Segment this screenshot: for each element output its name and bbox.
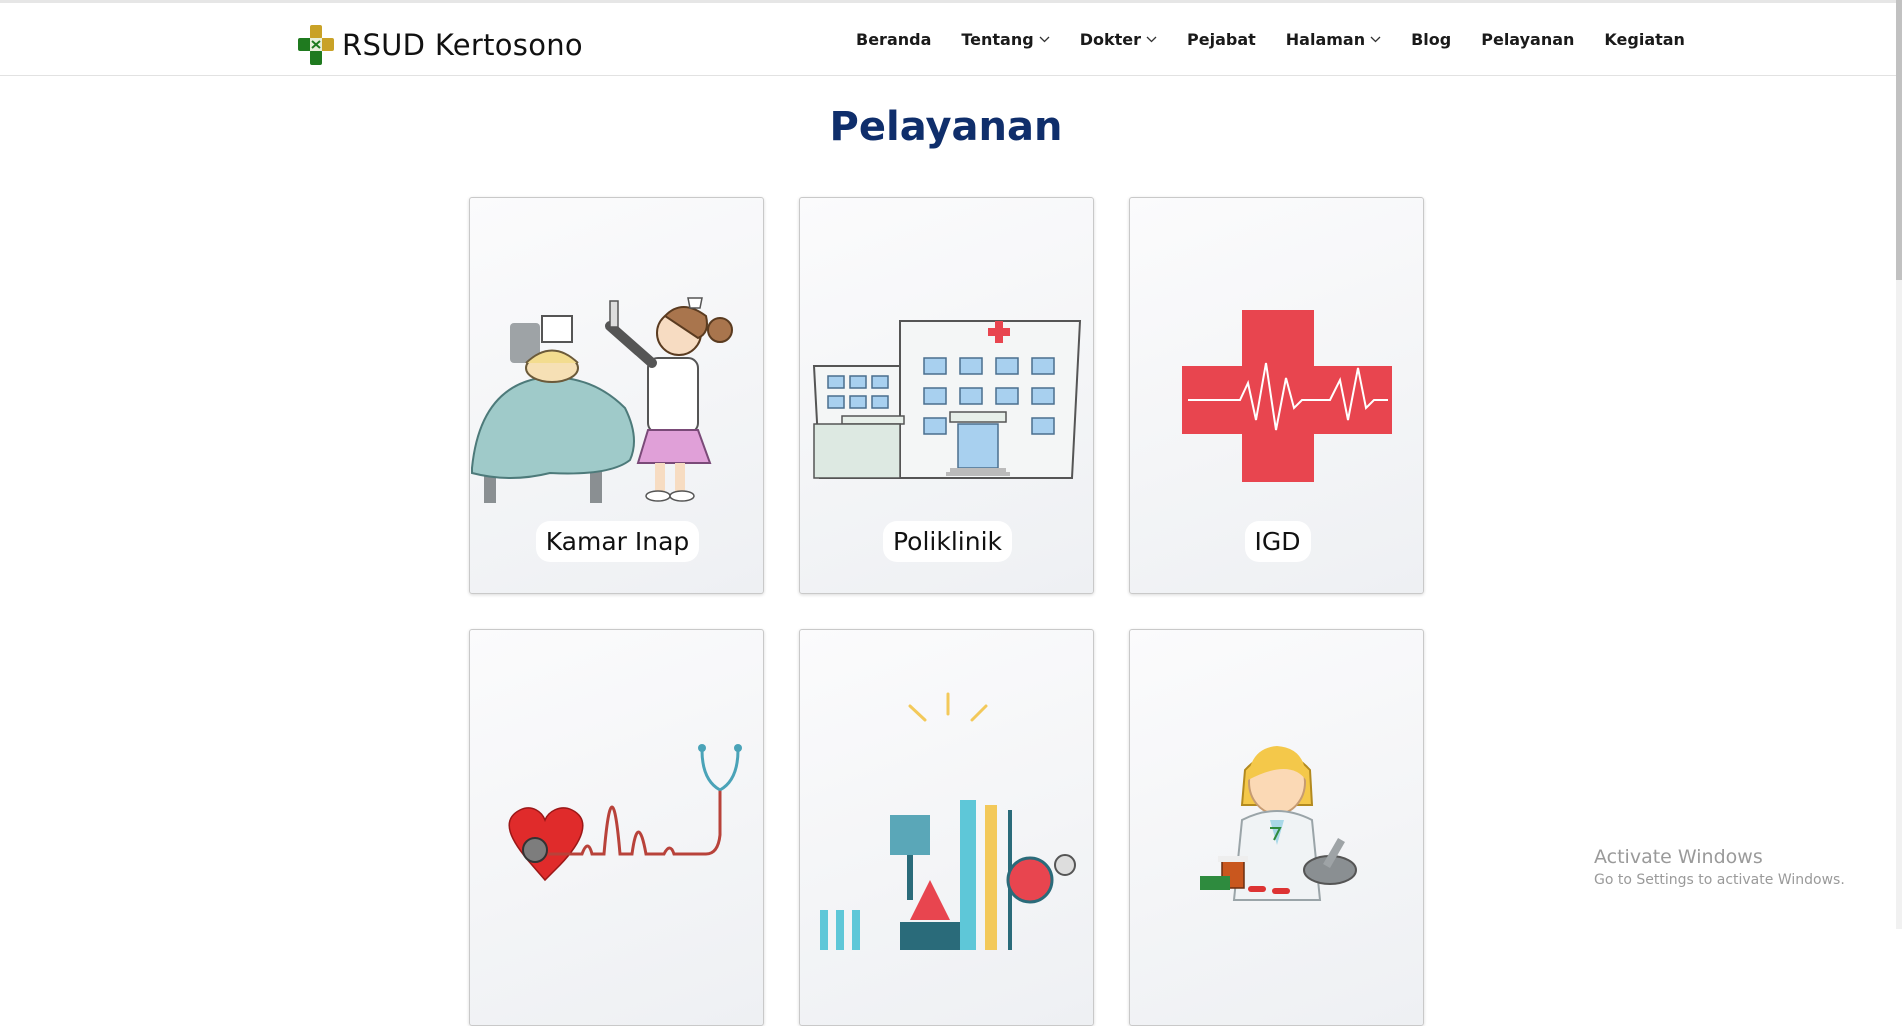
chevron-down-icon [1370,36,1381,42]
service-card-kamar-inap[interactable]: Kamar Inap [469,197,764,594]
nav-item-kegiatan[interactable]: Kegiatan [1604,30,1685,49]
nav-label: Tentang [961,29,1034,49]
service-label: Kamar Inap [535,521,700,562]
nav-item-dokter[interactable]: Dokter [1080,30,1157,49]
brand-name: RSUD Kertosono [342,28,583,62]
navbar: RSUD Kertosono Beranda Tentang Dokter Pe… [0,3,1902,76]
nav-label: Blog [1411,29,1452,49]
brand-logo-link[interactable]: RSUD Kertosono [298,25,583,65]
chevron-down-icon [1146,36,1157,42]
pharmacist-icon [1200,746,1357,901]
service-card-igd[interactable]: IGD [1129,197,1424,594]
nav-label: Kegiatan [1604,29,1685,49]
nav-label: Pejabat [1187,29,1256,49]
nav-label: Dokter [1079,29,1142,49]
watermark-line1: Activate Windows [1594,846,1763,868]
heart-stethoscope-icon [508,744,742,882]
page-title: Pelayanan [829,104,1063,150]
red-cross-heartbeat-icon [1182,310,1392,482]
windows-activation-watermark: Activate Windows Go to Settings to activ… [1594,846,1845,888]
main-nav: Beranda Tentang Dokter Pejabat Halaman B… [856,3,1715,75]
hospital-building-icon [812,320,1082,479]
service-card-5[interactable] [799,629,1094,1026]
nav-label: Halaman [1285,29,1366,49]
service-card-4[interactable] [469,629,764,1026]
service-card-6[interactable] [1129,629,1424,1026]
nav-label: Pelayanan [1481,29,1575,49]
nav-item-halaman[interactable]: Halaman [1286,30,1381,49]
nav-item-tentang[interactable]: Tentang [961,29,1050,49]
chevron-down-icon [1039,36,1050,42]
nav-item-beranda[interactable]: Beranda [856,30,931,49]
inpatient-nurse-icon [471,297,733,503]
service-label: Poliklinik [882,521,1012,562]
page-scrollbar[interactable] [1896,0,1902,929]
nav-label: Beranda [856,29,932,49]
laboratory-equipment-icon [820,692,1076,950]
watermark-line2: Go to Settings to activate Windows. [1594,872,1845,888]
service-label: IGD [1244,521,1311,562]
nav-item-blog[interactable]: Blog [1411,30,1451,49]
scrollbar-thumb[interactable] [1896,0,1902,280]
service-card-poliklinik[interactable]: Poliklinik [799,197,1094,594]
hospital-cross-logo-icon [298,25,334,65]
nav-item-pelayanan[interactable]: Pelayanan [1481,30,1574,49]
nav-item-pejabat[interactable]: Pejabat [1187,30,1256,49]
